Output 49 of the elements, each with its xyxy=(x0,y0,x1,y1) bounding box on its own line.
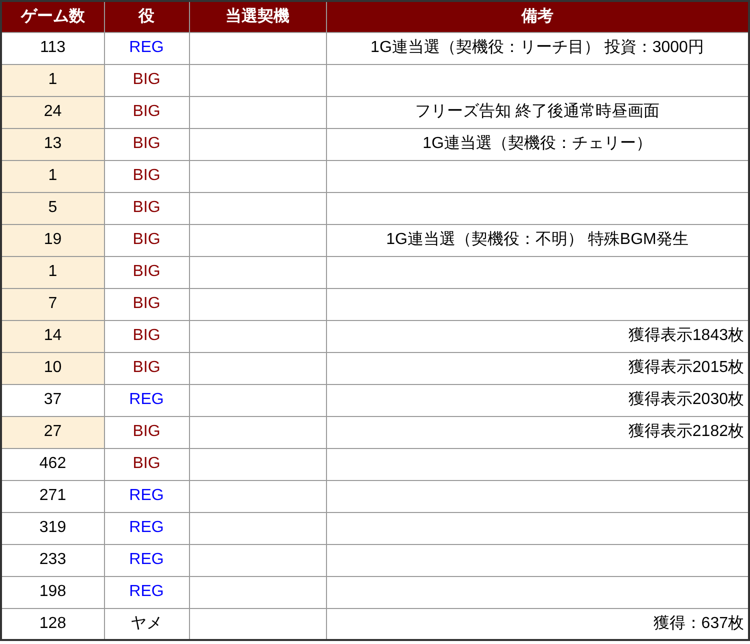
column-header: 役 xyxy=(104,1,189,32)
table-cell: 271 xyxy=(1,480,104,512)
table-cell: BIG xyxy=(104,128,189,160)
table-cell: 462 xyxy=(1,448,104,480)
table-cell: 14 xyxy=(1,320,104,352)
table-cell: 1 xyxy=(1,256,104,288)
table-cell: 19 xyxy=(1,224,104,256)
table-cell: 13 xyxy=(1,128,104,160)
table-cell: 319 xyxy=(1,512,104,544)
table-cell: BIG xyxy=(104,192,189,224)
table-cell: 1G連当選（契機役：不明） 特殊BGM発生 xyxy=(386,231,688,248)
table-cell: 24 xyxy=(1,96,104,128)
table-cell: BIG xyxy=(104,64,189,96)
table-cell: BIG xyxy=(104,320,189,352)
table-cell: BIG xyxy=(104,352,189,384)
table-cell: REG xyxy=(104,32,189,64)
table-cell: 5 xyxy=(1,192,104,224)
table-cell: 27 xyxy=(1,416,104,448)
table-cell: 233 xyxy=(1,544,104,576)
table-cell: 113 xyxy=(1,32,104,64)
table-cell: 128 xyxy=(1,608,104,640)
table-cell: REG xyxy=(104,512,189,544)
table-cell: 獲得：637枚 xyxy=(653,614,744,632)
table-cell: REG xyxy=(104,544,189,576)
table-cell: 198 xyxy=(1,576,104,608)
table-cell: 7 xyxy=(1,288,104,320)
table-cell: 1G連当選（契機役：チェリー） xyxy=(422,135,652,152)
table-cell: REG xyxy=(104,384,189,416)
table-cell: フリーズ告知 終了後通常時昼画面 xyxy=(415,103,660,120)
column-header: 当選契機 xyxy=(189,1,326,32)
table-cell: BIG xyxy=(104,96,189,128)
table-cell: 獲得表示2182枚 xyxy=(628,423,744,440)
table-cell: BIG xyxy=(104,288,189,320)
table-cell: 獲得表示2015枚 xyxy=(628,359,744,376)
column-header: ゲーム数 xyxy=(1,1,104,32)
table-cell: 獲得表示1843枚 xyxy=(628,327,744,344)
table-cell: BIG xyxy=(104,256,189,288)
table-cell: 1 xyxy=(1,160,104,192)
table-cell: 10 xyxy=(1,352,104,384)
table-cell: 1G連当選（契機役：リーチ目） 投資：3000円 xyxy=(370,39,704,56)
table-cell: 1 xyxy=(1,64,104,96)
table-cell: REG xyxy=(104,576,189,608)
table-cell: BIG xyxy=(104,448,189,480)
table-cell: BIG xyxy=(104,224,189,256)
table-cell: BIG xyxy=(104,160,189,192)
table-cell: REG xyxy=(104,480,189,512)
table-cell: 獲得表示2030枚 xyxy=(628,391,744,408)
table-cell: BIG xyxy=(104,416,189,448)
table-cell: 37 xyxy=(1,384,104,416)
